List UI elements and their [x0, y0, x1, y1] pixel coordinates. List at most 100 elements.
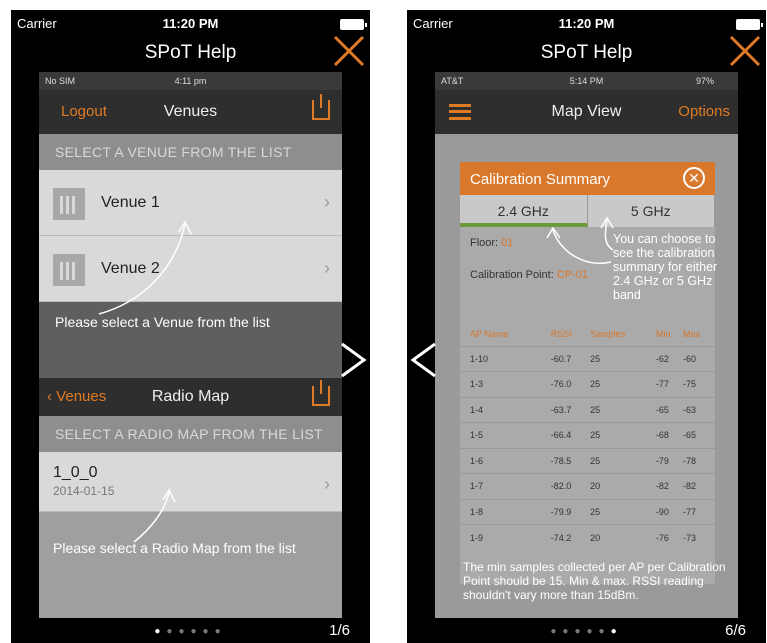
battery-icon: [736, 19, 763, 30]
share-icon[interactable]: [312, 380, 330, 406]
map-view-nav-bar: Map View Options: [435, 90, 738, 134]
nav-title: Venues: [163, 103, 218, 120]
modal-close-icon[interactable]: ✕: [683, 167, 705, 189]
mini-status-bar: No SIM 4:11 pm: [39, 72, 342, 90]
ap-table-cell: -66.4: [550, 422, 591, 448]
ap-table-cell: 25: [590, 345, 656, 372]
chevron-right-icon: ›: [324, 258, 330, 278]
map-background: Please select a Radio Map from the list: [39, 512, 342, 618]
nav-title: Radio Map: [151, 388, 230, 405]
ap-table-row: 1-8 -79.9 25 -90 -77: [460, 498, 715, 525]
ap-table-row: 1-5 -66.4 25 -68 -65: [460, 422, 715, 448]
status-bar: Carrier 11:20 PM: [11, 14, 370, 34]
point-label: Calibration Point:: [470, 269, 554, 281]
prev-page-icon[interactable]: [409, 340, 439, 380]
ap-table-cell: 25: [590, 371, 656, 397]
status-time: 11:20 PM: [558, 16, 615, 31]
ap-table-cell: -76: [655, 524, 684, 550]
ap-table-cell: -65: [683, 422, 715, 448]
mini-battery: 97%: [695, 76, 714, 86]
ap-table-cell: 20: [590, 473, 656, 499]
phone-screenshot: No SIM 4:11 pm Logout Venues SELECT A VE…: [39, 72, 342, 618]
ap-table-cell: -65: [655, 396, 684, 423]
tab-hint: You can choose to see the calibration su…: [613, 232, 718, 302]
page-dots: ●●●●●●: [550, 626, 623, 637]
mini-status-bar: AT&T 5:14 PM 97%: [435, 72, 738, 90]
share-icon[interactable]: [312, 94, 330, 120]
help-screen-left: Carrier 11:20 PM SPoT Help No SIM 4:11 p…: [11, 10, 370, 643]
radio-list-header: SELECT A RADIO MAP FROM THE LIST: [39, 416, 342, 452]
status-time: 11:20 PM: [162, 16, 219, 31]
ap-table-cell: 25: [590, 422, 656, 448]
page-indicator: 1/6: [329, 622, 350, 639]
ap-table-cell: -63.7: [550, 396, 591, 423]
ap-table-cell: -77: [683, 498, 715, 525]
ap-table-header: RSSI: [550, 328, 572, 339]
ap-table-cell: -78.5: [550, 447, 591, 474]
venues-nav-bar: Logout Venues: [39, 90, 342, 134]
ap-table-cell: -90: [655, 498, 684, 525]
ap-table-cell: 1-3: [460, 371, 551, 397]
ap-table-cell: -82: [655, 473, 684, 499]
ap-table-cell: -76.0: [550, 371, 591, 397]
ap-table-cell: 25: [590, 396, 656, 423]
phone-screenshot: AT&T 5:14 PM 97% Map View Options Calibr…: [435, 72, 738, 618]
ap-table-row: 1-3 -76.0 25 -77 -75: [460, 371, 715, 397]
ap-table-cell: -60.7: [550, 345, 591, 372]
band-tabs: 2.4 GHz 5 GHz: [460, 195, 715, 227]
chevron-right-icon: ›: [324, 474, 330, 494]
chevron-right-icon: ›: [324, 192, 330, 212]
modal-title: Calibration Summary: [470, 171, 611, 188]
building-icon: [53, 254, 85, 286]
ap-table-cell: -63: [683, 396, 715, 423]
radio-map-row[interactable]: 1_0_0 2014-01-15 ›: [39, 452, 342, 512]
ap-table-cell: -78: [683, 447, 715, 474]
venue-row-1[interactable]: Venue 1 ›: [39, 170, 342, 236]
ap-table-cell: 1-9: [460, 524, 551, 550]
ap-table-cell: -82: [683, 473, 715, 499]
ap-table-cell: 1-4: [460, 396, 551, 423]
ap-table-cell: 1-5: [460, 422, 551, 448]
ap-table-cell: 1-7: [460, 473, 551, 499]
status-bar: Carrier 11:20 PM: [407, 14, 766, 34]
options-button[interactable]: Options: [678, 103, 730, 120]
mini-time: 4:11 pm: [174, 76, 207, 86]
radio-hint: Please select a Radio Map from the list: [53, 540, 296, 556]
ap-table-header: Min: [655, 328, 671, 339]
ap-table-cell: -77: [655, 371, 684, 397]
tab-2-4ghz[interactable]: 2.4 GHz: [460, 195, 588, 227]
page-dots: ●●●●●●: [154, 626, 227, 637]
ap-table-cell: 20: [590, 524, 656, 550]
venue-row-2[interactable]: Venue 2 ›: [39, 236, 342, 302]
ap-table-header: Samples: [590, 328, 626, 339]
venue-name: Venue 2: [101, 260, 160, 277]
floor-value: 01: [501, 237, 514, 249]
help-title: SPoT Help: [144, 42, 237, 63]
ap-table-row: 1-4 -63.7 25 -65 -63: [460, 396, 715, 423]
close-icon[interactable]: [332, 34, 366, 68]
ap-table-cell: 25: [590, 447, 656, 474]
help-screen-right: Carrier 11:20 PM SPoT Help AT&T 5:14 PM …: [407, 10, 766, 643]
ap-table-cell: -75: [683, 371, 715, 397]
venue-hint: Please select a Venue from the list: [55, 314, 270, 330]
radio-map-name: 1_0_0: [53, 464, 98, 481]
samples-hint: The min samples collected per AP per Cal…: [463, 560, 726, 602]
ap-table-cell: -68: [655, 422, 684, 448]
venue-name: Venue 1: [101, 194, 160, 211]
point-value: CP-01: [556, 269, 589, 281]
ap-table-cell: 25: [590, 498, 656, 525]
modal-header: Calibration Summary ✕: [460, 162, 715, 195]
radio-map-nav-bar: ‹ Venues Radio Map: [39, 378, 342, 416]
floor-label: Floor:: [470, 237, 499, 249]
ap-table-cell: -79: [655, 447, 684, 474]
ap-table-cell: -62: [655, 345, 684, 372]
tab-5ghz[interactable]: 5 GHz: [588, 195, 715, 227]
ap-table-cell: -82.0: [550, 473, 591, 499]
battery-icon: [340, 19, 367, 30]
mini-time: 5:14 PM: [569, 76, 604, 86]
next-page-icon[interactable]: [338, 340, 368, 380]
ap-table-cell: 1-8: [460, 498, 551, 525]
ap-table-header: Max: [683, 328, 701, 339]
close-icon[interactable]: [728, 34, 762, 68]
ap-table-cell: -79.9: [550, 498, 591, 525]
